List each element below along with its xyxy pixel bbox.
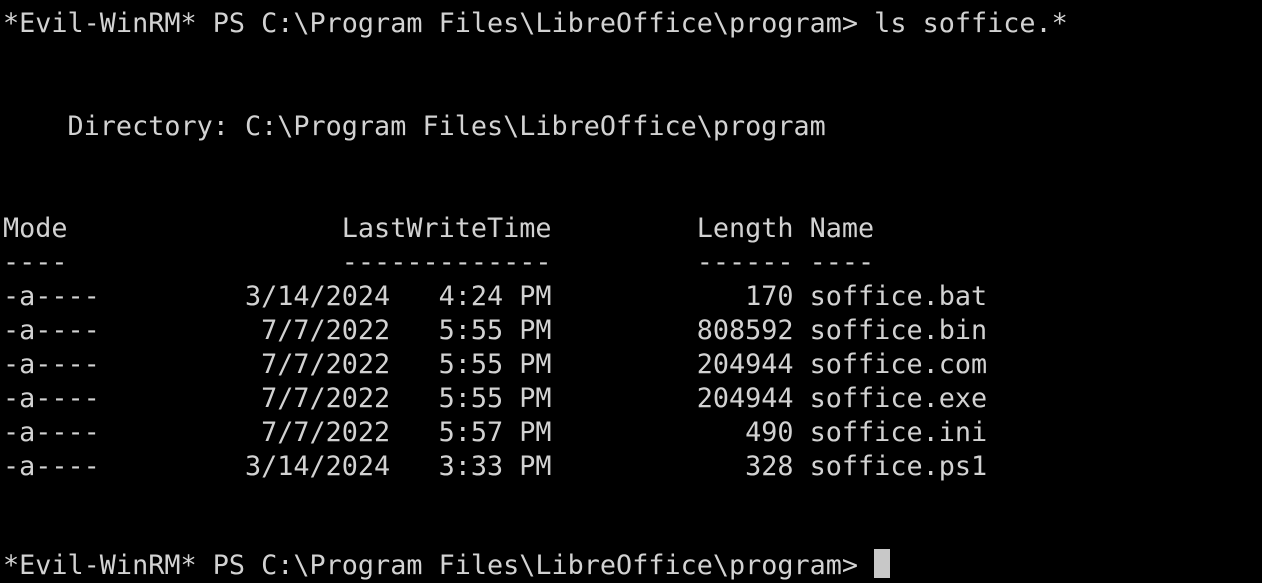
prompt-text: *Evil-WinRM* PS C:\Program Files\LibreOf… bbox=[3, 550, 875, 581]
command-prompt-line: *Evil-WinRM* PS C:\Program Files\LibreOf… bbox=[3, 8, 1068, 39]
table-row: -a---- 7/7/2022 5:55 PM 204944 soffice.e… bbox=[3, 383, 988, 414]
table-row: -a---- 3/14/2024 4:24 PM 170 soffice.bat bbox=[3, 281, 988, 312]
table-separator: ---- ------------- ------ ---- bbox=[3, 247, 875, 278]
table-header: Mode LastWriteTime Length Name bbox=[3, 213, 875, 244]
terminal-window[interactable]: *Evil-WinRM* PS C:\Program Files\LibreOf… bbox=[0, 0, 1262, 581]
table-row: -a---- 3/14/2024 3:33 PM 328 soffice.ps1 bbox=[3, 451, 988, 482]
table-row: -a---- 7/7/2022 5:55 PM 204944 soffice.c… bbox=[3, 349, 988, 380]
table-row: -a---- 7/7/2022 5:55 PM 808592 soffice.b… bbox=[3, 315, 988, 346]
terminal-cursor bbox=[874, 549, 891, 578]
directory-line: Directory: C:\Program Files\LibreOffice\… bbox=[3, 111, 826, 142]
table-row: -a---- 7/7/2022 5:57 PM 490 soffice.ini bbox=[3, 417, 988, 448]
